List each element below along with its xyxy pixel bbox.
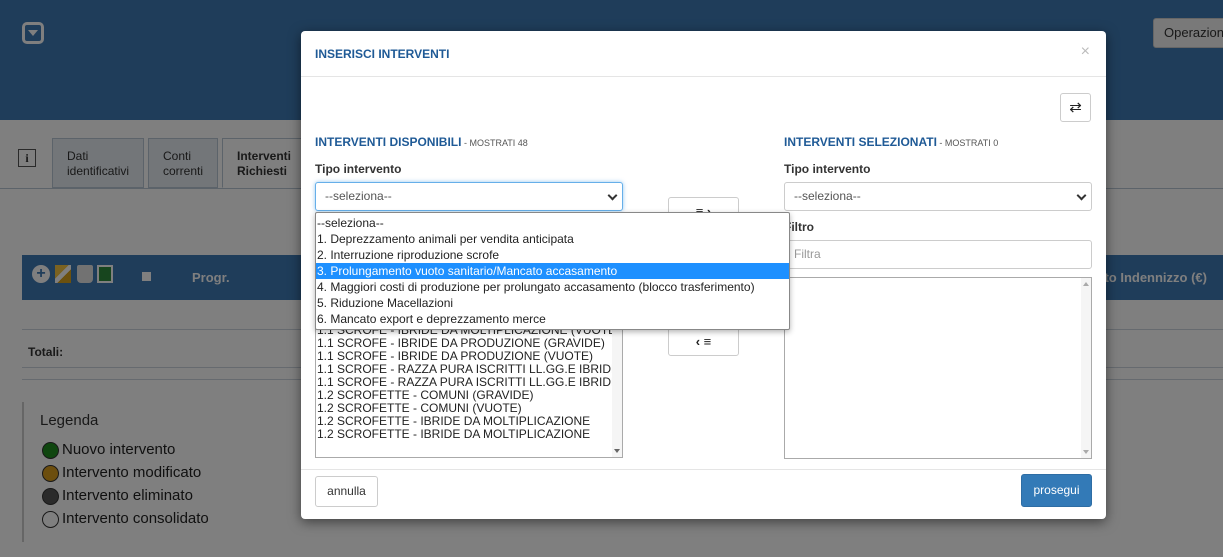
dropdown-option[interactable]: 2. Interruzione riproduzione scrofe [316,247,789,263]
close-icon[interactable]: × [1081,43,1090,61]
available-type-label: Tipo intervento [315,162,402,176]
scroll-up-icon[interactable] [1083,282,1089,286]
selected-type-label: Tipo intervento [784,162,871,176]
filter-placeholder: Filtra [794,247,821,261]
dropdown-option[interactable]: 1. Deprezzamento animali per vendita ant… [316,231,789,247]
chevron-down-icon [1076,190,1087,201]
available-section-title: INTERVENTI DISPONIBILI - MOSTRATI 48 [315,135,528,149]
modal-title: INSERISCI INTERVENTI [315,47,450,61]
selected-title: INTERVENTI SELEZIONATI [784,135,937,149]
select-value: --seleziona-- [325,189,392,203]
selected-interventions-list[interactable] [784,277,1092,459]
modal-header-divider [301,76,1106,77]
dropdown-option[interactable]: 4. Maggiori costi di produzione per prol… [316,279,789,295]
proceed-button[interactable]: prosegui [1021,474,1092,507]
selected-count: - MOSTRATI 0 [936,138,999,148]
scroll-down-icon[interactable] [1083,450,1089,454]
filter-input[interactable]: Filtra [784,240,1092,269]
chevron-down-icon [607,190,618,201]
list-scrollbar[interactable] [1081,278,1091,458]
type-dropdown-menu: --seleziona-- 1. Deprezzamento animali pe… [315,212,790,330]
available-count: - MOSTRATI 48 [461,138,528,148]
dropdown-option[interactable]: 3. Prolungamento vuoto sanitario/Mancato… [316,263,789,279]
scroll-down-icon[interactable] [614,449,620,453]
swap-icon[interactable]: ⇄ [1060,93,1091,122]
cancel-button[interactable]: annulla [315,476,378,507]
selected-section-title: INTERVENTI SELEZIONATI - MOSTRATI 0 [784,135,998,149]
move-left-button[interactable]: ‹ ≡ [668,327,739,356]
dropdown-option[interactable]: 6. Mancato export e deprezzamento merce [316,311,789,327]
available-title: INTERVENTI DISPONIBILI [315,135,462,149]
dropdown-option[interactable]: --seleziona-- [316,215,789,231]
insert-interventions-modal: INSERISCI INTERVENTI × ⇄ INTERVENTI DISP… [301,31,1106,519]
available-type-select[interactable]: --seleziona-- [315,182,623,211]
select-value: --seleziona-- [794,189,861,203]
list-item[interactable]: 1.2 SCROFETTE - IBRIDE DA MOLTIPLICAZION… [316,428,622,441]
modal-footer-divider [301,469,1106,470]
dropdown-option[interactable]: 5. Riduzione Macellazioni [316,295,789,311]
selected-type-select[interactable]: --seleziona-- [784,182,1092,211]
